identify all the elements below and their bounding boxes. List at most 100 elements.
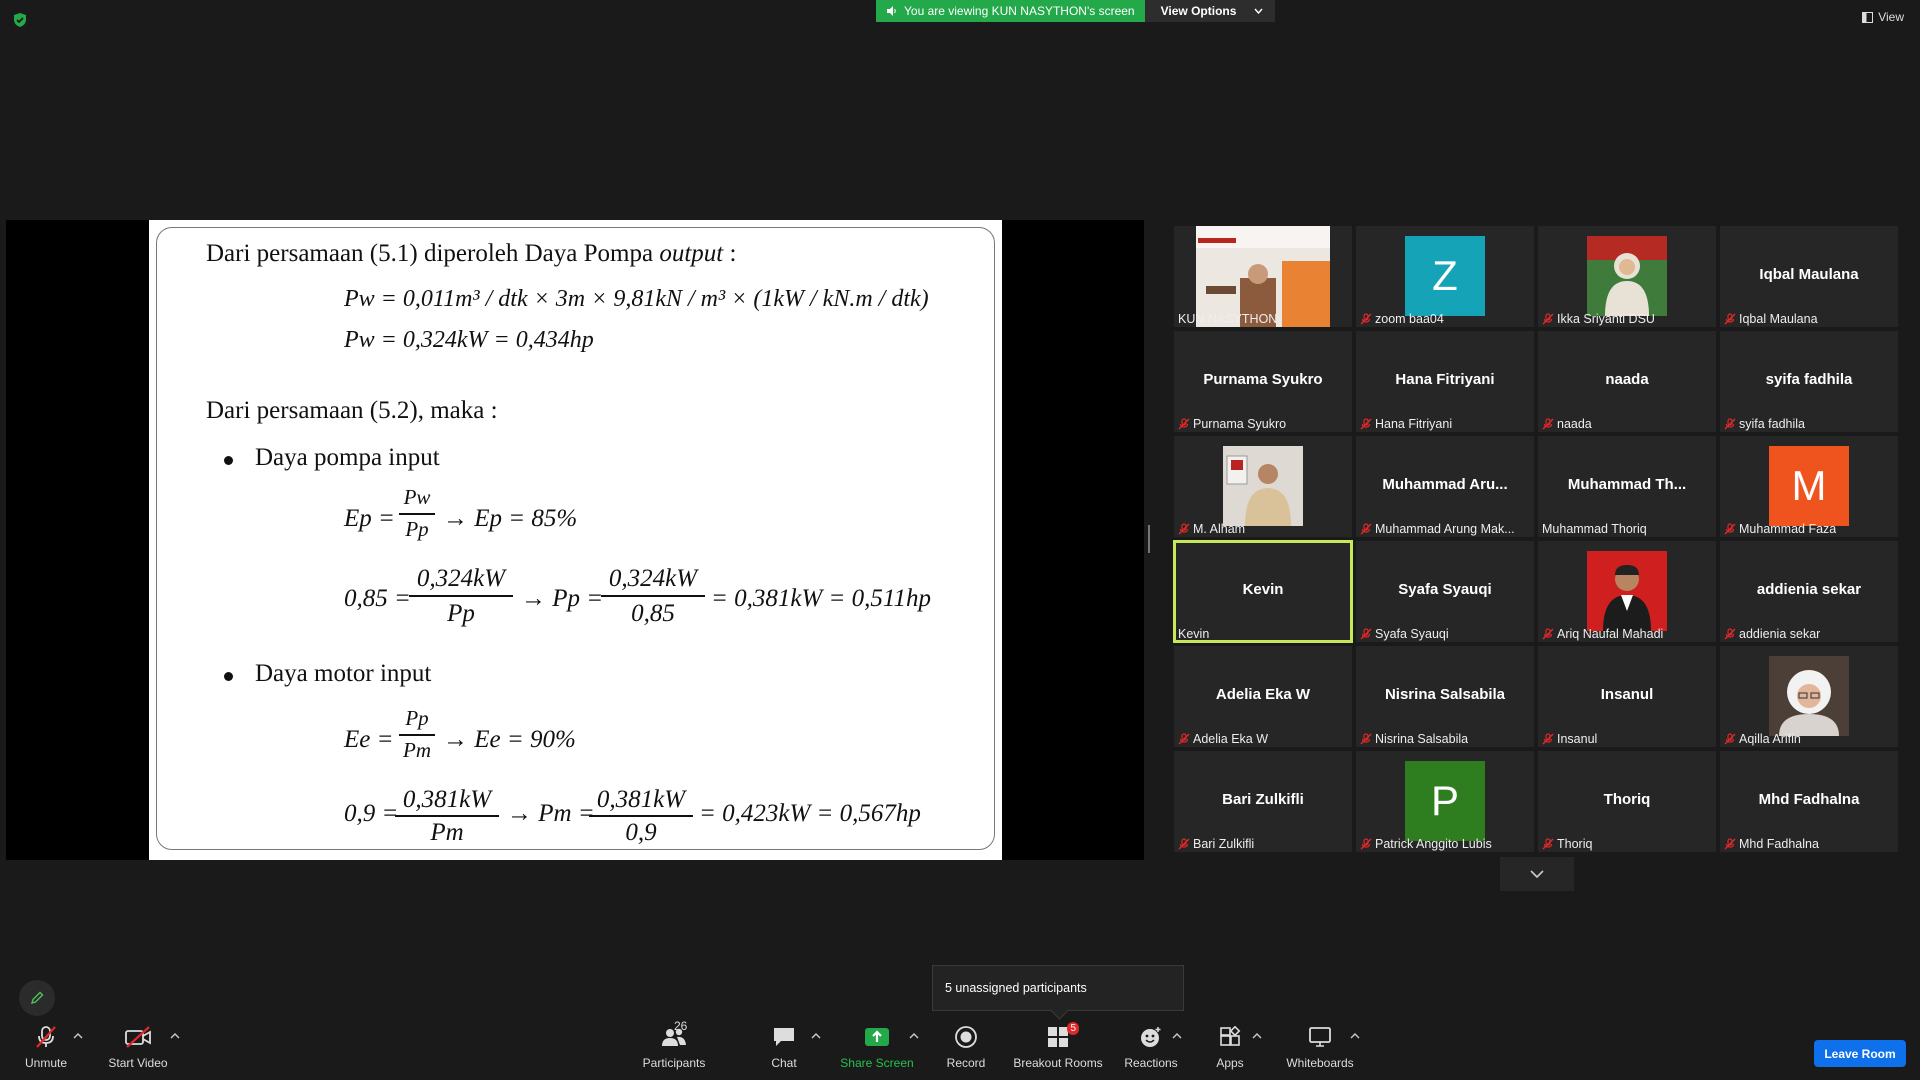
apps-label: Apps <box>1216 1056 1244 1070</box>
participant-tile[interactable]: Nisrina Salsabila Nisrina Salsabila <box>1356 646 1534 747</box>
participant-tile[interactable]: Thoriq Thoriq <box>1538 751 1716 852</box>
participant-tile[interactable]: Ikka Sriyanti DSU <box>1538 226 1716 327</box>
participant-tile[interactable]: Muhammad Th... Muhammad Thoriq <box>1538 436 1716 537</box>
participant-name: zoom baa04 <box>1375 312 1444 326</box>
microphone-muted-icon <box>1542 838 1554 850</box>
participant-tile[interactable]: Kevin Kevin <box>1173 540 1353 643</box>
participant-display-name: Iqbal Maulana <box>1759 266 1859 283</box>
participant-tile[interactable]: Hana Fitriyani Hana Fitriyani <box>1356 331 1534 432</box>
share-options-caret-icon[interactable] <box>909 1032 919 1040</box>
participant-name-label: Adelia Eka W <box>1178 732 1268 746</box>
equation-ep-lhs: Ep = <box>344 505 395 532</box>
equation-09-den1: Pm <box>430 819 464 846</box>
fraction-bar <box>399 513 435 515</box>
participant-display-name: Muhammad Th... <box>1567 476 1687 493</box>
participants-button[interactable]: 26 Participants <box>642 1016 706 1080</box>
participant-name: Kevin <box>1178 627 1210 641</box>
slide-frame <box>156 227 995 850</box>
participant-tile[interactable]: Aqilla Arifin <box>1720 646 1898 747</box>
breakout-tooltip: 5 unassigned participants <box>932 965 1184 1011</box>
panel-splitter-handle[interactable] <box>1148 525 1150 553</box>
participant-tile[interactable]: addienia sekar addienia sekar <box>1720 541 1898 642</box>
participant-video <box>1769 656 1849 736</box>
equation-09-mid: → Pm = <box>507 800 595 827</box>
participant-tile[interactable]: Purnama Syukro Purnama Syukro <box>1174 331 1352 432</box>
share-screen-icon <box>865 1028 889 1046</box>
bullet-daya-motor: Daya motor input <box>255 660 432 687</box>
participant-tile[interactable]: M Muhammad Faza <box>1720 436 1898 537</box>
participant-display-name: Bari Zulkifli <box>1222 791 1304 808</box>
equation-09-lhs: 0,9 = <box>344 800 399 827</box>
equation-085-lhs: 0,85 = <box>344 585 411 612</box>
microphone-muted-icon <box>1542 733 1554 745</box>
participant-tile[interactable]: Zzoom baa04 <box>1356 226 1534 327</box>
equation-09-num2: 0,381kW <box>596 786 686 813</box>
share-screen-button[interactable]: Share Screen <box>840 1016 914 1080</box>
view-button[interactable]: View <box>1862 10 1904 24</box>
reactions-options-caret-icon[interactable] <box>1172 1032 1182 1040</box>
participant-name-label: Ariq Naufal Mahadi <box>1542 627 1663 641</box>
microphone-muted-icon <box>1178 733 1190 745</box>
participant-tile[interactable]: Syafa Syauqi Syafa Syauqi <box>1356 541 1534 642</box>
participant-display-name: Mhd Fadhalna <box>1758 791 1860 808</box>
participant-tile[interactable]: P Patrick Anggito Lubis <box>1356 751 1534 852</box>
participant-tile[interactable]: Mhd Fadhalna Mhd Fadhalna <box>1720 751 1898 852</box>
participant-tile[interactable]: naada naada <box>1538 331 1716 432</box>
video-options-caret-icon[interactable] <box>170 1032 180 1040</box>
equation-ep-den: Pp <box>405 517 429 541</box>
participant-name-label: Muhammad Arung Mak... <box>1360 522 1515 536</box>
view-options-button[interactable]: View Options <box>1144 0 1276 22</box>
reactions-label: Reactions <box>1124 1056 1178 1070</box>
fraction-bar <box>399 734 435 736</box>
reactions-button[interactable]: Reactions <box>1122 1016 1180 1080</box>
participant-tile[interactable]: KUN NASYTHON <box>1174 226 1352 327</box>
apps-button[interactable]: Apps <box>1210 1016 1250 1080</box>
participant-tile[interactable]: Bari Zulkifli Bari Zulkifli <box>1174 751 1352 852</box>
audio-options-caret-icon[interactable] <box>73 1032 83 1040</box>
shared-screen[interactable]: Dari persamaan (5.1) diperoleh Daya Pomp… <box>6 220 1144 860</box>
gallery-next-page-button[interactable] <box>1500 857 1574 891</box>
participant-name: Bari Zulkifli <box>1193 837 1255 851</box>
equation-085-den2: 0,85 <box>631 600 675 627</box>
chat-label: Chat <box>771 1056 797 1070</box>
record-button[interactable]: Record <box>946 1016 986 1080</box>
participant-tile[interactable]: Insanul Insanul <box>1538 646 1716 747</box>
chat-options-caret-icon[interactable] <box>811 1032 821 1040</box>
participant-video <box>1587 236 1667 316</box>
start-video-button[interactable]: Start Video <box>108 1016 168 1080</box>
equation-ep-rhs: → Ep = 85% <box>443 505 578 532</box>
whiteboards-button[interactable]: Whiteboards <box>1284 1016 1356 1080</box>
participant-tile[interactable]: Ariq Naufal Mahadi <box>1538 541 1716 642</box>
participant-tile[interactable]: Adelia Eka W Adelia Eka W <box>1174 646 1352 747</box>
annotate-button[interactable] <box>19 980 55 1016</box>
apps-options-caret-icon[interactable] <box>1252 1032 1262 1040</box>
participant-tile[interactable]: Iqbal Maulana Iqbal Maulana <box>1720 226 1898 327</box>
leave-room-button[interactable]: Leave Room <box>1814 1040 1906 1067</box>
microphone-muted-icon <box>1178 523 1190 535</box>
participant-display-name: Purnama Syukro <box>1203 371 1323 388</box>
whiteboards-options-caret-icon[interactable] <box>1350 1032 1360 1040</box>
security-shield-icon[interactable] <box>12 12 28 28</box>
equation-09-den2: 0,9 <box>625 819 657 846</box>
participant-tile[interactable]: syifa fadhila syifa fadhila <box>1720 331 1898 432</box>
view-label: View <box>1878 10 1904 24</box>
microphone-muted-icon <box>1724 733 1736 745</box>
participant-name: Iqbal Maulana <box>1739 312 1818 326</box>
unmute-button[interactable]: Unmute <box>20 1016 72 1080</box>
chat-button[interactable]: Chat <box>766 1016 802 1080</box>
participant-name-label: Patrick Anggito Lubis <box>1360 837 1492 851</box>
smiley-icon <box>1141 1027 1161 1047</box>
view-options-label: View Options <box>1160 4 1237 18</box>
participant-name: KUN NASYTHON <box>1178 312 1278 326</box>
microphone-muted-icon <box>36 1026 56 1048</box>
equation-ee-rhs: → Ee = 90% <box>443 726 576 753</box>
participant-tile[interactable]: Muhammad Aru... Muhammad Arung Mak... <box>1356 436 1534 537</box>
viewing-banner: You are viewing KUN NASYTHON's screen <box>876 0 1145 22</box>
participant-name: addienia sekar <box>1739 627 1821 641</box>
microphone-muted-icon <box>1178 838 1190 850</box>
fraction-bar <box>395 815 499 817</box>
participant-avatar: Z <box>1405 236 1485 316</box>
breakout-rooms-button[interactable]: 5 Breakout Rooms <box>1013 1016 1103 1080</box>
whiteboards-label: Whiteboards <box>1286 1056 1354 1070</box>
participant-tile[interactable]: M. Alham <box>1174 436 1352 537</box>
